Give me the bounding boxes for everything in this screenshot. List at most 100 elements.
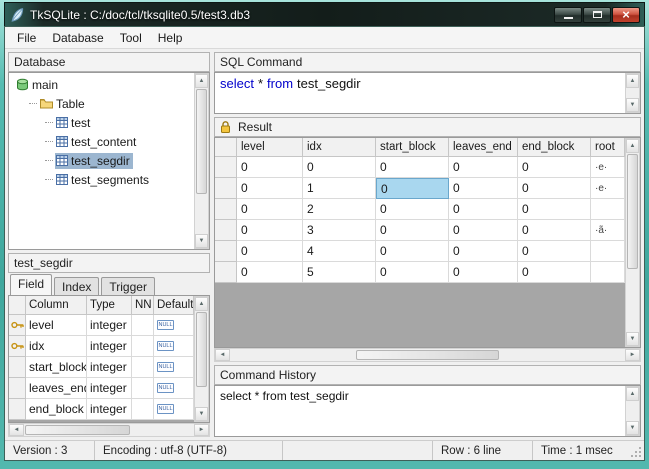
scroll-down-icon[interactable]: ▼ bbox=[195, 234, 208, 248]
result-cell[interactable]: 0 bbox=[449, 241, 518, 262]
tree-item-test_segments[interactable]: test_segments bbox=[9, 170, 194, 189]
result-cell-selected[interactable]: 0 bbox=[376, 178, 449, 199]
result-cell[interactable]: ·e· bbox=[591, 178, 625, 199]
field-cell-nn[interactable] bbox=[132, 336, 154, 357]
field-cell-column[interactable]: end_block bbox=[26, 399, 87, 420]
result-cell[interactable]: 0 bbox=[237, 241, 303, 262]
menu-file[interactable]: File bbox=[9, 29, 44, 47]
result-cell[interactable]: 0 bbox=[376, 199, 449, 220]
result-row-header[interactable] bbox=[215, 157, 237, 178]
result-cell[interactable]: 0 bbox=[376, 241, 449, 262]
result-cell[interactable]: 0 bbox=[449, 199, 518, 220]
result-cell[interactable]: 0 bbox=[449, 157, 518, 178]
result-col-leaves_end[interactable]: leaves_end bbox=[449, 138, 518, 157]
tree-vertical-scrollbar[interactable]: ▲ ▼ bbox=[194, 73, 209, 249]
field-col-nn[interactable]: NN bbox=[132, 296, 154, 315]
result-col-level[interactable]: level bbox=[237, 138, 303, 157]
scroll-down-icon[interactable]: ▼ bbox=[195, 407, 208, 421]
menu-database[interactable]: Database bbox=[44, 29, 111, 47]
scroll-left-icon[interactable]: ◄ bbox=[9, 424, 24, 436]
result-cell[interactable]: ·e· bbox=[591, 157, 625, 178]
field-cell-nn[interactable] bbox=[132, 357, 154, 378]
result-cell[interactable]: 2 bbox=[303, 199, 376, 220]
field-col-type[interactable]: Type bbox=[87, 296, 132, 315]
maximize-button[interactable] bbox=[583, 7, 611, 23]
scroll-up-icon[interactable]: ▲ bbox=[626, 387, 639, 401]
field-col-default[interactable]: Default bbox=[154, 296, 194, 315]
result-cell[interactable]: 0 bbox=[449, 178, 518, 199]
result-cell[interactable]: 0 bbox=[376, 220, 449, 241]
scroll-track[interactable] bbox=[230, 349, 625, 361]
result-cell[interactable] bbox=[591, 241, 625, 262]
titlebar[interactable]: TkSQLite : C:/doc/tcl/tksqlite0.5/test3.… bbox=[4, 2, 645, 26]
tab-trigger[interactable]: Trigger bbox=[101, 277, 155, 295]
result-cell[interactable]: 0 bbox=[518, 199, 591, 220]
result-cell[interactable]: 0 bbox=[518, 178, 591, 199]
result-row-header[interactable] bbox=[215, 178, 237, 199]
result-vertical-scrollbar[interactable]: ▲ ▼ bbox=[625, 138, 640, 347]
result-cell[interactable]: 0 bbox=[237, 199, 303, 220]
scroll-thumb[interactable] bbox=[196, 89, 207, 194]
scroll-thumb[interactable] bbox=[25, 425, 130, 435]
result-col-root[interactable]: root bbox=[591, 138, 625, 157]
result-row-header[interactable] bbox=[215, 262, 237, 283]
result-cell[interactable]: 0 bbox=[237, 220, 303, 241]
result-cell[interactable]: 0 bbox=[237, 178, 303, 199]
result-row-header[interactable] bbox=[215, 199, 237, 220]
scroll-up-icon[interactable]: ▲ bbox=[626, 139, 639, 153]
scroll-up-icon[interactable]: ▲ bbox=[195, 297, 208, 311]
command-history-list[interactable]: select * from test_segdir bbox=[215, 386, 625, 436]
result-cell[interactable]: 0 bbox=[237, 157, 303, 178]
field-table-horizontal-scrollbar[interactable]: ◄ ► bbox=[8, 423, 210, 437]
field-cell-nn[interactable] bbox=[132, 315, 154, 336]
tab-index[interactable]: Index bbox=[54, 277, 99, 295]
sql-editor-vertical-scrollbar[interactable]: ▲ ▼ bbox=[625, 73, 640, 113]
field-cell-column[interactable]: leaves_end bbox=[26, 378, 87, 399]
scroll-thumb[interactable] bbox=[356, 350, 498, 360]
scroll-track[interactable] bbox=[195, 311, 208, 407]
scroll-up-icon[interactable]: ▲ bbox=[626, 74, 639, 88]
field-table-vertical-scrollbar[interactable]: ▲ ▼ bbox=[194, 296, 209, 422]
scroll-right-icon[interactable]: ► bbox=[194, 424, 209, 436]
result-col-end_block[interactable]: end_block bbox=[518, 138, 591, 157]
field-cell-type[interactable]: integer bbox=[87, 336, 132, 357]
result-cell[interactable]: 0 bbox=[449, 262, 518, 283]
result-cell[interactable]: 0 bbox=[237, 262, 303, 283]
field-row-leaves_end[interactable]: leaves_end integer NULL bbox=[9, 378, 194, 399]
menu-tool[interactable]: Tool bbox=[112, 29, 150, 47]
result-cell[interactable]: 0 bbox=[518, 262, 591, 283]
field-cell-nn[interactable] bbox=[132, 378, 154, 399]
field-cell-default[interactable]: NULL bbox=[154, 357, 194, 378]
scroll-left-icon[interactable]: ◄ bbox=[215, 349, 230, 361]
scroll-thumb[interactable] bbox=[627, 154, 638, 269]
field-row-idx[interactable]: idx integer NULL bbox=[9, 336, 194, 357]
scroll-down-icon[interactable]: ▼ bbox=[626, 98, 639, 112]
scroll-track[interactable] bbox=[626, 401, 639, 421]
scroll-track[interactable] bbox=[626, 153, 639, 332]
result-cell[interactable]: 0 bbox=[518, 241, 591, 262]
field-cell-column[interactable]: idx bbox=[26, 336, 87, 357]
result-row-header[interactable] bbox=[215, 241, 237, 262]
tree-item-test[interactable]: test bbox=[9, 113, 194, 132]
field-row-start_block[interactable]: start_block integer NULL bbox=[9, 357, 194, 378]
tree-item-main[interactable]: main bbox=[9, 75, 194, 94]
scroll-thumb[interactable] bbox=[196, 312, 207, 387]
scroll-track[interactable] bbox=[626, 88, 639, 98]
scroll-down-icon[interactable]: ▼ bbox=[626, 421, 639, 435]
result-cell[interactable]: 0 bbox=[449, 220, 518, 241]
result-cell[interactable]: 0 bbox=[376, 157, 449, 178]
result-cell[interactable]: ·ã· bbox=[591, 220, 625, 241]
result-cell[interactable] bbox=[591, 199, 625, 220]
resize-grip[interactable] bbox=[628, 441, 644, 460]
result-cell[interactable] bbox=[591, 262, 625, 283]
menu-help[interactable]: Help bbox=[150, 29, 191, 47]
tree-item-test_segdir[interactable]: test_segdir bbox=[9, 151, 194, 170]
result-col-idx[interactable]: idx bbox=[303, 138, 376, 157]
field-cell-nn[interactable] bbox=[132, 399, 154, 420]
field-cell-default[interactable]: NULL bbox=[154, 399, 194, 420]
history-entry[interactable]: select * from test_segdir bbox=[220, 389, 620, 403]
result-cell[interactable]: 0 bbox=[518, 157, 591, 178]
scroll-right-icon[interactable]: ► bbox=[625, 349, 640, 361]
close-button[interactable]: × bbox=[612, 7, 640, 23]
tree-item-test_content[interactable]: test_content bbox=[9, 132, 194, 151]
